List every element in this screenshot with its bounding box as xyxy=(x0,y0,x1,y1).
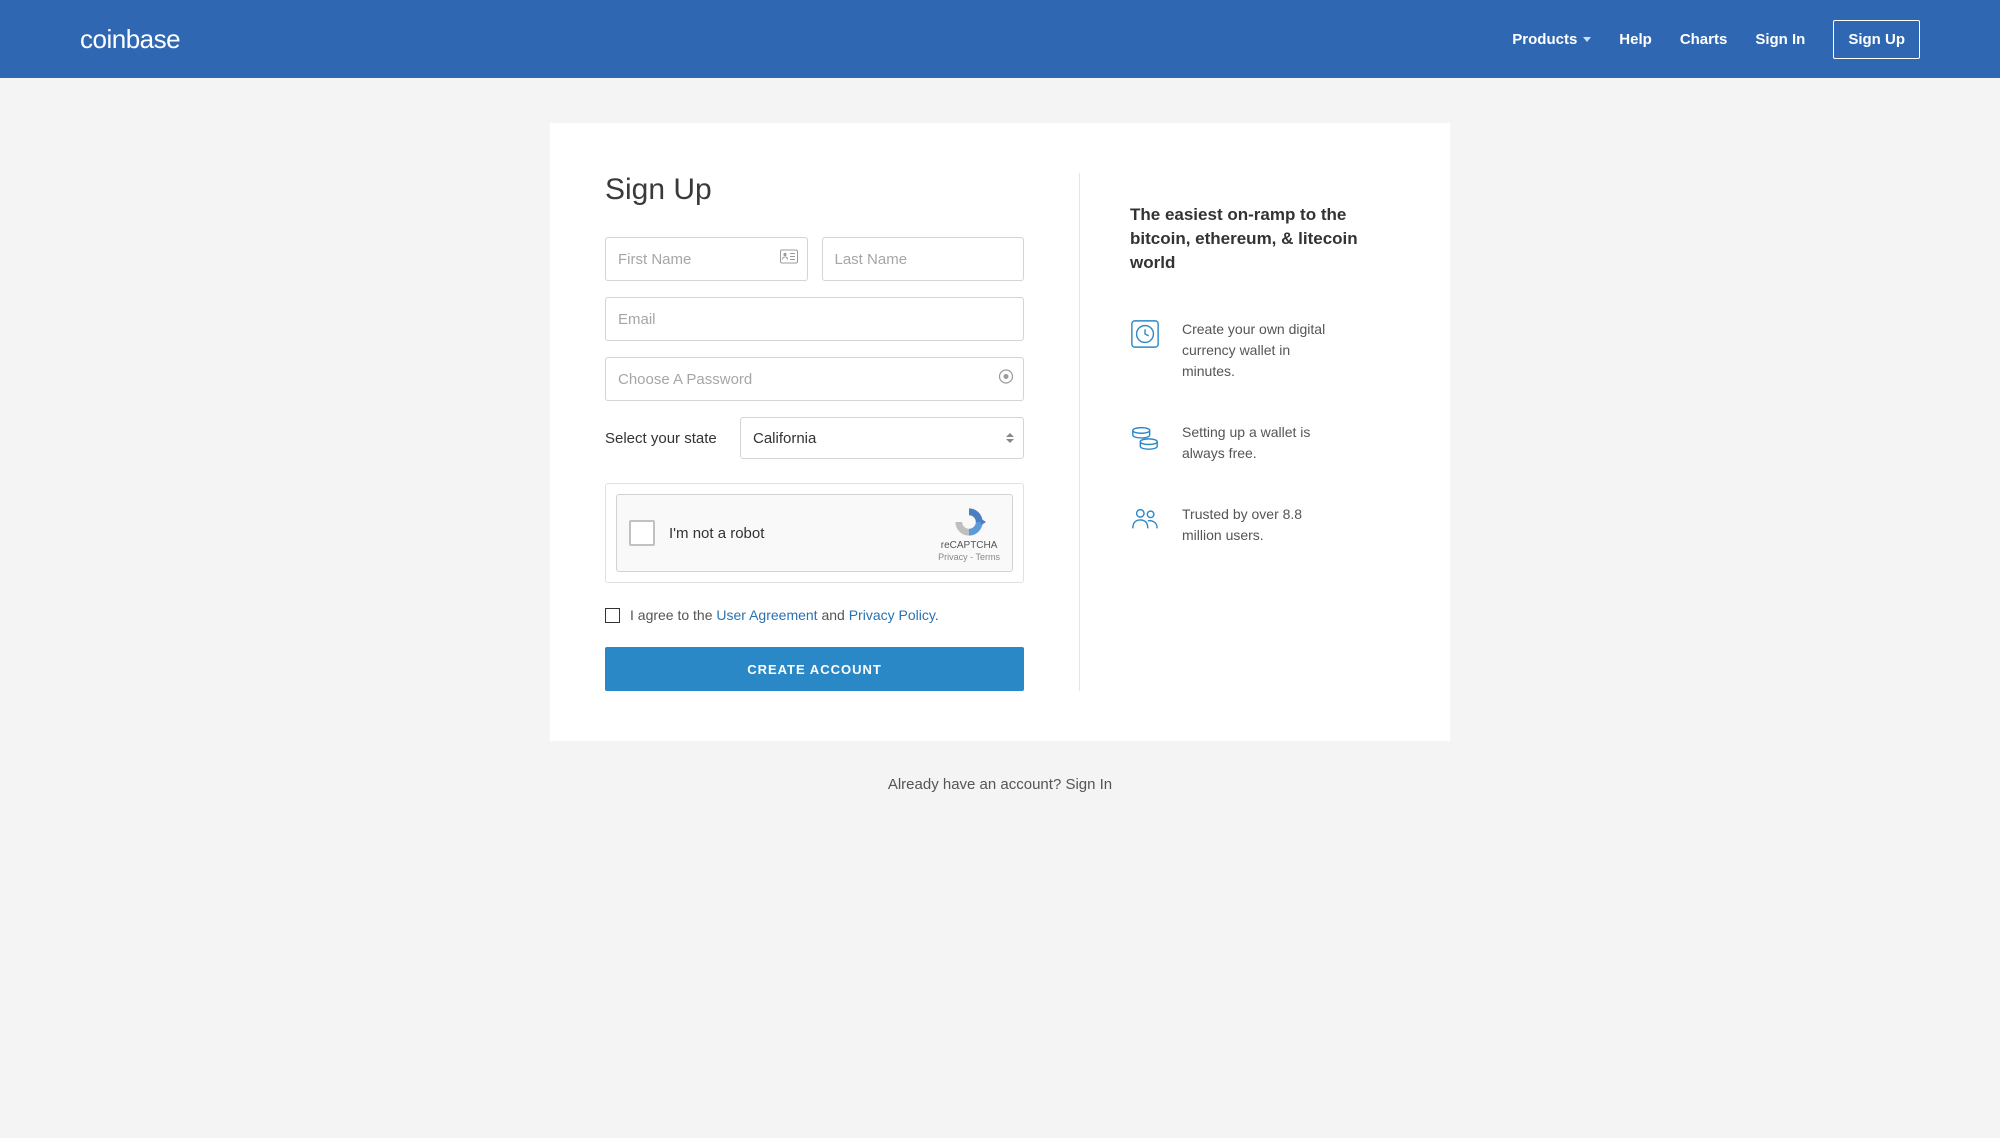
page-title: Sign Up xyxy=(605,173,1024,207)
privacy-policy-link[interactable]: Privacy Policy xyxy=(849,607,935,623)
user-agreement-link[interactable]: User Agreement xyxy=(716,607,817,623)
people-icon xyxy=(1130,504,1160,534)
nav-charts[interactable]: Charts xyxy=(1680,31,1728,48)
recaptcha-brand: reCAPTCHA Privacy - Terms xyxy=(938,505,1000,562)
id-card-icon xyxy=(780,250,798,269)
site-header: coinbase Products Help Charts Sign In Si… xyxy=(0,0,2000,78)
info-column: The easiest on-ramp to the bitcoin, ethe… xyxy=(1080,173,1450,691)
feature-item: Create your own digital currency wallet … xyxy=(1130,319,1395,382)
clock-icon xyxy=(1130,319,1160,349)
recaptcha-icon xyxy=(952,505,986,539)
nav-products-label: Products xyxy=(1512,31,1577,48)
feature-text: Trusted by over 8.8 million users. xyxy=(1182,504,1342,546)
feature-item: Setting up a wallet is always free. xyxy=(1130,422,1395,464)
signin-link[interactable]: Sign In xyxy=(1065,776,1112,793)
already-have-account: Already have an account? Sign In xyxy=(0,741,2000,828)
agree-checkbox[interactable] xyxy=(605,608,620,623)
form-column: Sign Up Select your state xyxy=(550,173,1080,691)
password-input[interactable] xyxy=(605,357,1024,401)
nav-signin[interactable]: Sign In xyxy=(1755,31,1805,48)
last-name-input[interactable] xyxy=(822,237,1025,281)
feature-item: Trusted by over 8.8 million users. xyxy=(1130,504,1395,546)
coins-icon xyxy=(1130,422,1160,452)
first-name-input[interactable] xyxy=(605,237,808,281)
state-select[interactable]: California xyxy=(740,417,1024,459)
email-input[interactable] xyxy=(605,297,1024,341)
chevron-down-icon xyxy=(1583,37,1591,42)
recaptcha-label: I'm not a robot xyxy=(669,525,924,542)
info-heading: The easiest on-ramp to the bitcoin, ethe… xyxy=(1130,203,1395,274)
recaptcha-checkbox[interactable] xyxy=(629,520,655,546)
nav-products[interactable]: Products xyxy=(1512,31,1591,48)
logo[interactable]: coinbase xyxy=(80,24,180,55)
recaptcha-container: I'm not a robot reCAPTCHA Privacy - Term… xyxy=(605,483,1024,583)
create-account-button[interactable]: CREATE ACCOUNT xyxy=(605,647,1024,691)
signup-card: Sign Up Select your state xyxy=(550,123,1450,741)
agree-text: I agree to the User Agreement and Privac… xyxy=(630,607,939,623)
password-manager-icon[interactable] xyxy=(998,369,1014,390)
feature-text: Create your own digital currency wallet … xyxy=(1182,319,1342,382)
nav-help[interactable]: Help xyxy=(1619,31,1652,48)
state-label: Select your state xyxy=(605,430,720,447)
primary-nav: Products Help Charts Sign In Sign Up xyxy=(1512,20,1920,59)
nav-signup-button[interactable]: Sign Up xyxy=(1833,20,1920,59)
feature-text: Setting up a wallet is always free. xyxy=(1182,422,1342,464)
